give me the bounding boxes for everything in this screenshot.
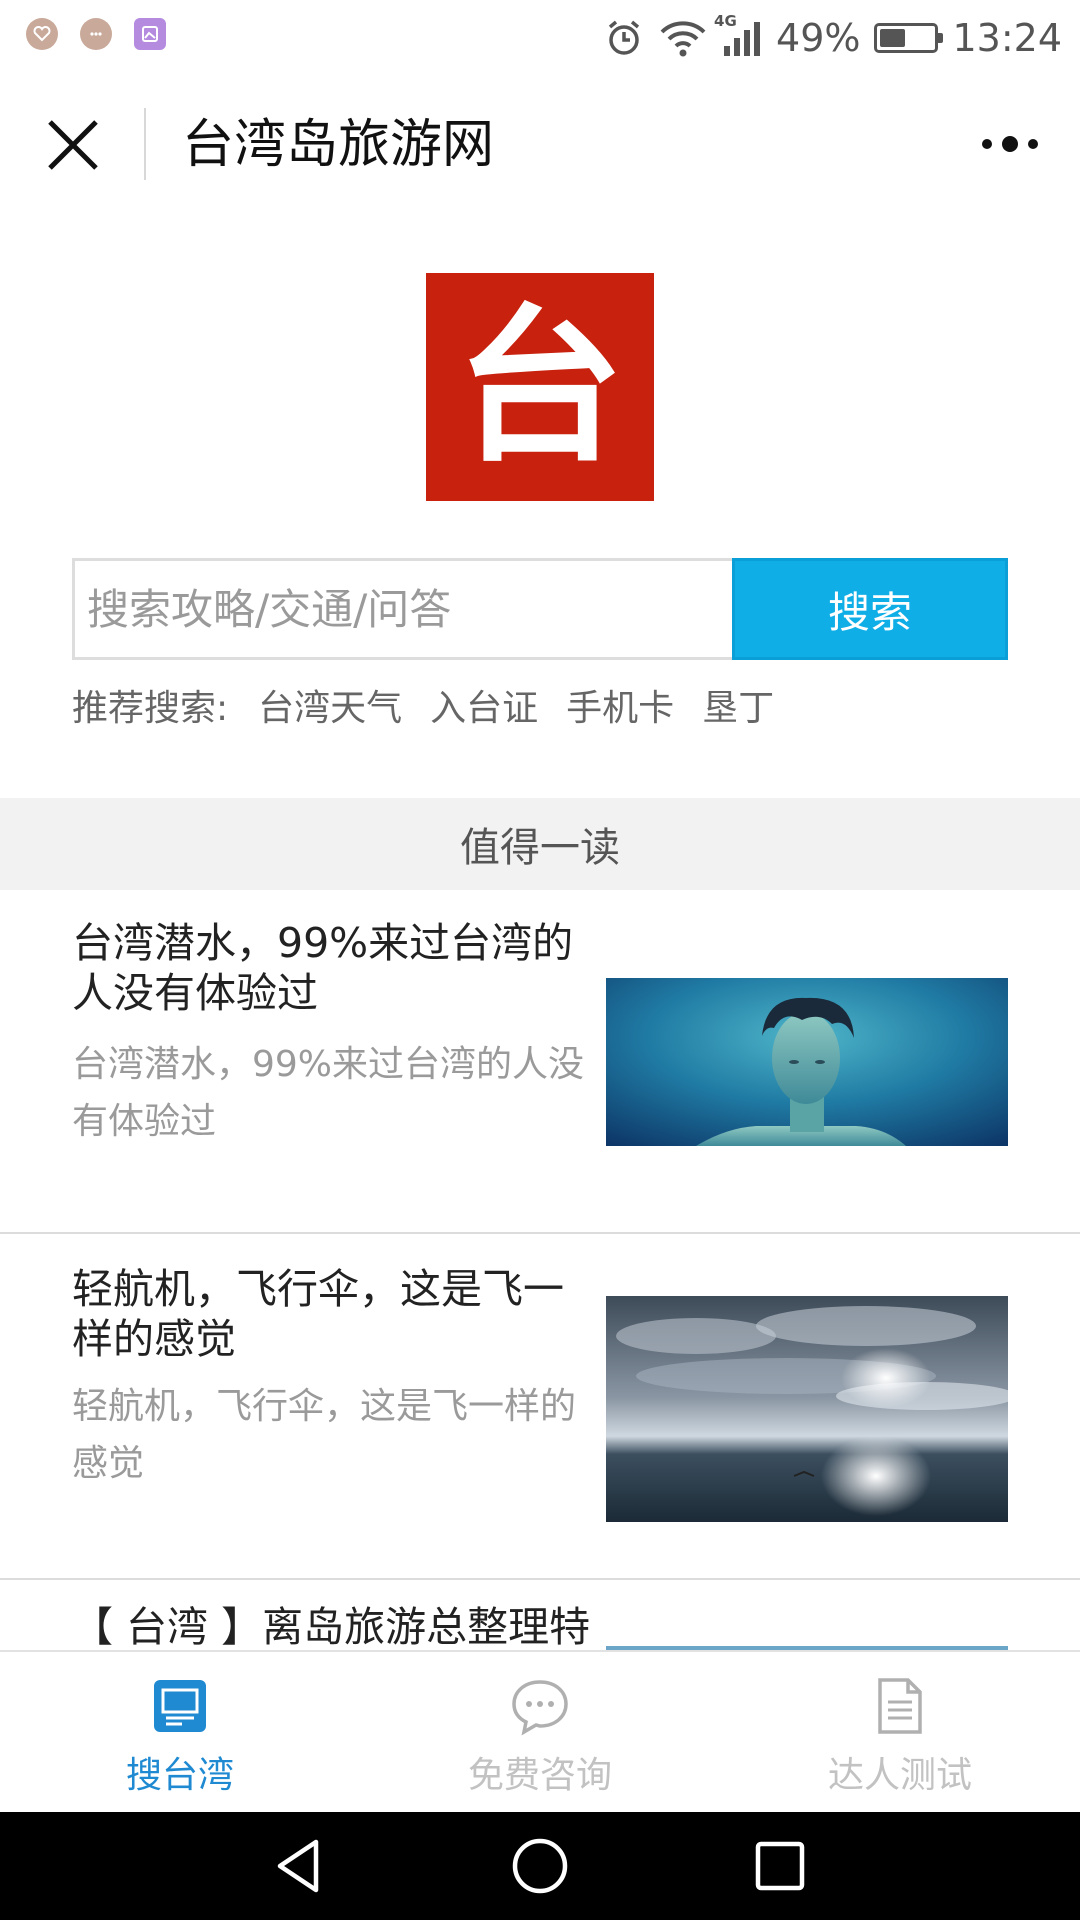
search-box: 搜索 bbox=[72, 558, 1008, 660]
article-thumbnail[interactable] bbox=[606, 1296, 1008, 1522]
system-status: 4G 49% 13:24 bbox=[604, 10, 1062, 66]
recommend-tag[interactable]: 垦丁 bbox=[702, 679, 774, 731]
article-item[interactable]: 台湾潜水，99%来过台湾的人没有体验过 台湾潜水，99%来过台湾的人没有体验过 bbox=[0, 890, 1080, 1234]
back-icon[interactable] bbox=[270, 1836, 330, 1896]
tab-expert-test[interactable]: 达人测试 bbox=[720, 1652, 1080, 1814]
home-icon[interactable] bbox=[510, 1836, 570, 1896]
tab-label: 免费咨询 bbox=[467, 1755, 612, 1796]
document-icon bbox=[878, 1678, 922, 1734]
system-nav-bar bbox=[0, 1812, 1080, 1920]
alarm-icon bbox=[608, 20, 640, 55]
notification-icons bbox=[26, 18, 166, 50]
wifi-icon bbox=[660, 21, 706, 57]
title-divider bbox=[144, 108, 146, 180]
gallery-app-icon bbox=[134, 18, 166, 50]
article-title[interactable]: 轻航机，飞行伞，这是飞一样的感觉 bbox=[72, 1264, 592, 1364]
recents-icon[interactable] bbox=[750, 1836, 810, 1896]
recommend-label: 推荐搜索: bbox=[72, 688, 229, 729]
tab-free-consult[interactable]: 免费咨询 bbox=[360, 1652, 720, 1814]
search-input[interactable] bbox=[72, 558, 734, 660]
logo-char: 台 bbox=[456, 289, 624, 485]
monitor-icon bbox=[154, 1680, 206, 1732]
clock: 13:24 bbox=[952, 16, 1062, 60]
close-icon bbox=[48, 120, 98, 170]
search-button[interactable]: 搜索 bbox=[732, 558, 1008, 660]
battery-percent: 49% bbox=[776, 16, 861, 60]
recommended-searches: 推荐搜索: 台湾天气 入台证 手机卡 垦丁 bbox=[72, 680, 802, 730]
section-header: 值得一读 bbox=[0, 798, 1080, 890]
chat-icon bbox=[512, 1680, 568, 1736]
tab-search-taiwan[interactable]: 搜台湾 bbox=[0, 1652, 360, 1814]
recommend-tag[interactable]: 台湾天气 bbox=[258, 679, 402, 731]
title-bar: 台湾岛旅游网 bbox=[0, 76, 1080, 216]
underwater-photo bbox=[606, 978, 1008, 1146]
cellular-signal: 4G bbox=[714, 12, 762, 58]
tab-label: 搜台湾 bbox=[125, 1755, 234, 1796]
article-desc: 台湾潜水，99%来过台湾的人没有体验过 bbox=[72, 1044, 585, 1142]
battery-fill bbox=[880, 29, 906, 47]
more-options-button[interactable] bbox=[982, 136, 1038, 152]
close-button[interactable] bbox=[44, 116, 102, 174]
article-item[interactable]: 【 台湾 】离岛旅游总整理特 bbox=[0, 1580, 1080, 1650]
recommend-tag[interactable]: 手机卡 bbox=[566, 679, 674, 731]
sky-sea-photo bbox=[606, 1296, 1008, 1522]
article-thumbnail[interactable] bbox=[606, 978, 1008, 1146]
chat-app-icon bbox=[80, 18, 112, 50]
tab-label: 达人测试 bbox=[827, 1755, 972, 1796]
site-logo: 台 bbox=[426, 273, 654, 501]
bottom-tab-bar: 搜台湾 免费咨询 达人测试 bbox=[0, 1650, 1080, 1814]
page-title: 台湾岛旅游网 bbox=[182, 115, 495, 175]
more-dot-icon bbox=[1002, 136, 1018, 152]
more-dot-icon bbox=[1028, 139, 1038, 149]
recommend-tag[interactable]: 入台证 bbox=[430, 679, 538, 731]
heart-app-icon bbox=[26, 18, 58, 50]
article-title[interactable]: 台湾潜水，99%来过台湾的人没有体验过 bbox=[72, 918, 592, 1018]
article-title[interactable]: 【 台湾 】离岛旅游总整理特 bbox=[72, 1602, 592, 1650]
article-desc: 轻航机，飞行伞，这是飞一样的感觉 bbox=[72, 1386, 577, 1484]
battery-icon bbox=[874, 23, 944, 53]
network-type: 4G bbox=[714, 12, 737, 30]
article-item[interactable]: 轻航机，飞行伞，这是飞一样的感觉 轻航机，飞行伞，这是飞一样的感觉 bbox=[0, 1234, 1080, 1580]
more-dot-icon bbox=[982, 139, 992, 149]
status-bar: 4G 49% 13:24 bbox=[0, 0, 1080, 76]
